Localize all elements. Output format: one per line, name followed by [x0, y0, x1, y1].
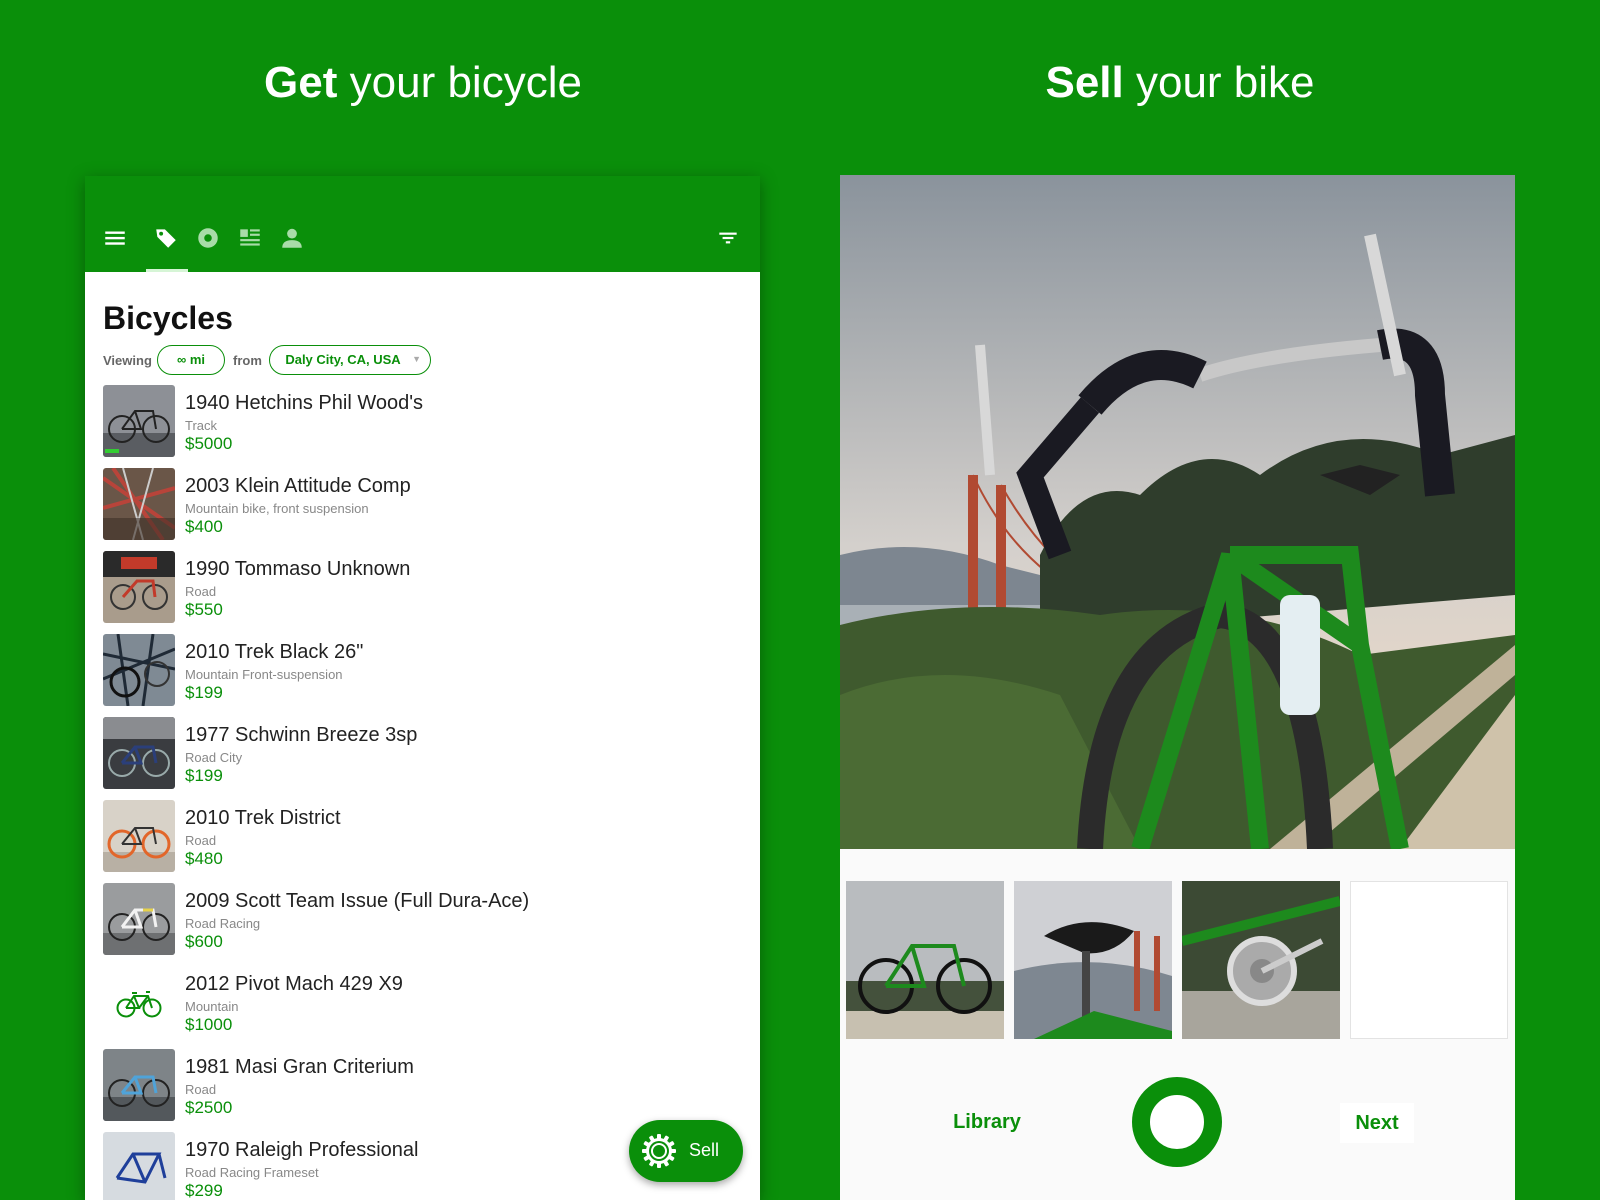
- list-item[interactable]: 2003 Klein Attitude Comp Mountain bike, …: [103, 468, 743, 551]
- photo-thumbnail[interactable]: [846, 881, 1004, 1039]
- sell-screen: Library Next: [840, 175, 1515, 1200]
- listing-subtitle: Mountain Front-suspension: [185, 667, 343, 682]
- bicycle-placeholder-icon: [103, 966, 175, 1038]
- filter-row: Viewing ∞ mi from Daly City, CA, USA ▼: [103, 345, 743, 375]
- listing-title: 1970 Raleigh Professional: [185, 1139, 419, 1161]
- listing-title: 1940 Hetchins Phil Wood's: [185, 392, 424, 414]
- listing-subtitle: Road City: [185, 750, 243, 765]
- photo-thumbnail[interactable]: [1182, 881, 1340, 1039]
- listing-thumbnail: [103, 1132, 175, 1200]
- filter-icon[interactable]: [715, 225, 741, 251]
- headline-rest: your bike: [1123, 58, 1315, 107]
- headline-get-bicycle: Get your bicycle: [43, 58, 803, 108]
- listing-price: $299: [185, 1181, 223, 1200]
- listing-title: 1990 Tommaso Unknown: [185, 558, 411, 580]
- listing-price: $199: [185, 683, 223, 702]
- headline-sell-bike: Sell your bike: [800, 58, 1560, 108]
- listing-thumbnail: [103, 551, 175, 623]
- headline-bold: Sell: [1045, 58, 1124, 107]
- listing-thumbnail: [103, 800, 175, 872]
- listing-subtitle: Mountain bike, front suspension: [185, 501, 369, 516]
- listing-subtitle: Road: [185, 584, 217, 599]
- listing-thumbnail: [103, 468, 175, 540]
- gear-icon: [642, 1134, 676, 1168]
- library-button[interactable]: Library: [937, 1111, 1037, 1134]
- list-item[interactable]: 2010 Trek Black 26" Mountain Front-suspe…: [103, 634, 743, 717]
- listing-subtitle: Road Racing: [185, 916, 261, 931]
- viewing-label: Viewing: [103, 353, 152, 368]
- listing-subtitle: Road: [185, 1082, 217, 1097]
- location-pill[interactable]: Daly City, CA, USA ▼: [269, 345, 431, 375]
- person-icon[interactable]: [279, 225, 305, 251]
- listing-title: 2010 Trek District: [185, 807, 341, 829]
- from-label: from: [233, 353, 262, 368]
- next-button[interactable]: Next: [1340, 1103, 1414, 1143]
- browse-screen: Bicycles Viewing ∞ mi from Daly City, CA…: [85, 176, 760, 1200]
- listing-thumbnail: [103, 385, 175, 457]
- listing-title: 2012 Pivot Mach 429 X9: [185, 973, 403, 995]
- listing-list: 1940 Hetchins Phil Wood's Track $5000 20…: [103, 385, 743, 1200]
- listing-price: $199: [185, 766, 223, 785]
- listing-title: 1981 Masi Gran Criterium: [185, 1056, 414, 1078]
- headline-bold: Get: [264, 58, 338, 107]
- list-item[interactable]: 2009 Scott Team Issue (Full Dura-Ace) Ro…: [103, 883, 743, 966]
- location-text: Daly City, CA, USA: [285, 352, 401, 367]
- listing-title: 1977 Schwinn Breeze 3sp: [185, 724, 418, 746]
- listing-subtitle: Road Racing Frameset: [185, 1165, 319, 1180]
- list-item[interactable]: 2012 Pivot Mach 429 X9 Mountain $1000: [103, 966, 743, 1049]
- listing-title: 2010 Trek Black 26": [185, 641, 364, 663]
- headline-rest: your bicycle: [337, 58, 582, 107]
- listing-thumbnail: [103, 717, 175, 789]
- listing-price: $550: [185, 600, 223, 619]
- listing-subtitle: Road: [185, 833, 217, 848]
- listing-thumbnail: [103, 1049, 175, 1121]
- listing-subtitle: Mountain: [185, 999, 239, 1014]
- listing-price: $480: [185, 849, 223, 868]
- active-tab-indicator: [146, 269, 188, 272]
- listing-price: $2500: [185, 1098, 233, 1117]
- page-title: Bicycles: [103, 300, 233, 336]
- listing-thumbnail: [103, 883, 175, 955]
- wheel-icon[interactable]: [195, 225, 221, 251]
- sell-label: Sell: [689, 1140, 720, 1160]
- listing-thumbnail: [103, 634, 175, 706]
- app-bar: [85, 176, 760, 272]
- listing-subtitle: Track: [185, 418, 218, 433]
- list-item[interactable]: 1977 Schwinn Breeze 3sp Road City $199: [103, 717, 743, 800]
- listing-title: 2009 Scott Team Issue (Full Dura-Ace): [185, 890, 530, 912]
- list-item[interactable]: 1940 Hetchins Phil Wood's Track $5000: [103, 385, 743, 468]
- main-photo: [840, 175, 1515, 849]
- shutter-button[interactable]: [1132, 1077, 1222, 1167]
- photo-thumbnail[interactable]: [1014, 881, 1172, 1039]
- list-item[interactable]: 1981 Masi Gran Criterium Road $2500: [103, 1049, 743, 1132]
- listing-price: $400: [185, 517, 223, 536]
- sell-button[interactable]: Sell: [629, 1120, 743, 1182]
- listing-price: $1000: [185, 1015, 233, 1034]
- distance-pill[interactable]: ∞ mi: [157, 345, 225, 375]
- empty-photo-slot[interactable]: [1350, 881, 1508, 1039]
- tag-icon[interactable]: [153, 225, 179, 251]
- menu-icon[interactable]: [102, 225, 128, 251]
- listing-price: $600: [185, 932, 223, 951]
- dropdown-caret-icon: ▼: [412, 354, 421, 364]
- listing-price: $5000: [185, 434, 233, 453]
- list-item[interactable]: 2010 Trek District Road $480: [103, 800, 743, 883]
- list-item[interactable]: 1990 Tommaso Unknown Road $550: [103, 551, 743, 634]
- news-icon[interactable]: [237, 225, 263, 251]
- listing-title: 2003 Klein Attitude Comp: [185, 475, 411, 497]
